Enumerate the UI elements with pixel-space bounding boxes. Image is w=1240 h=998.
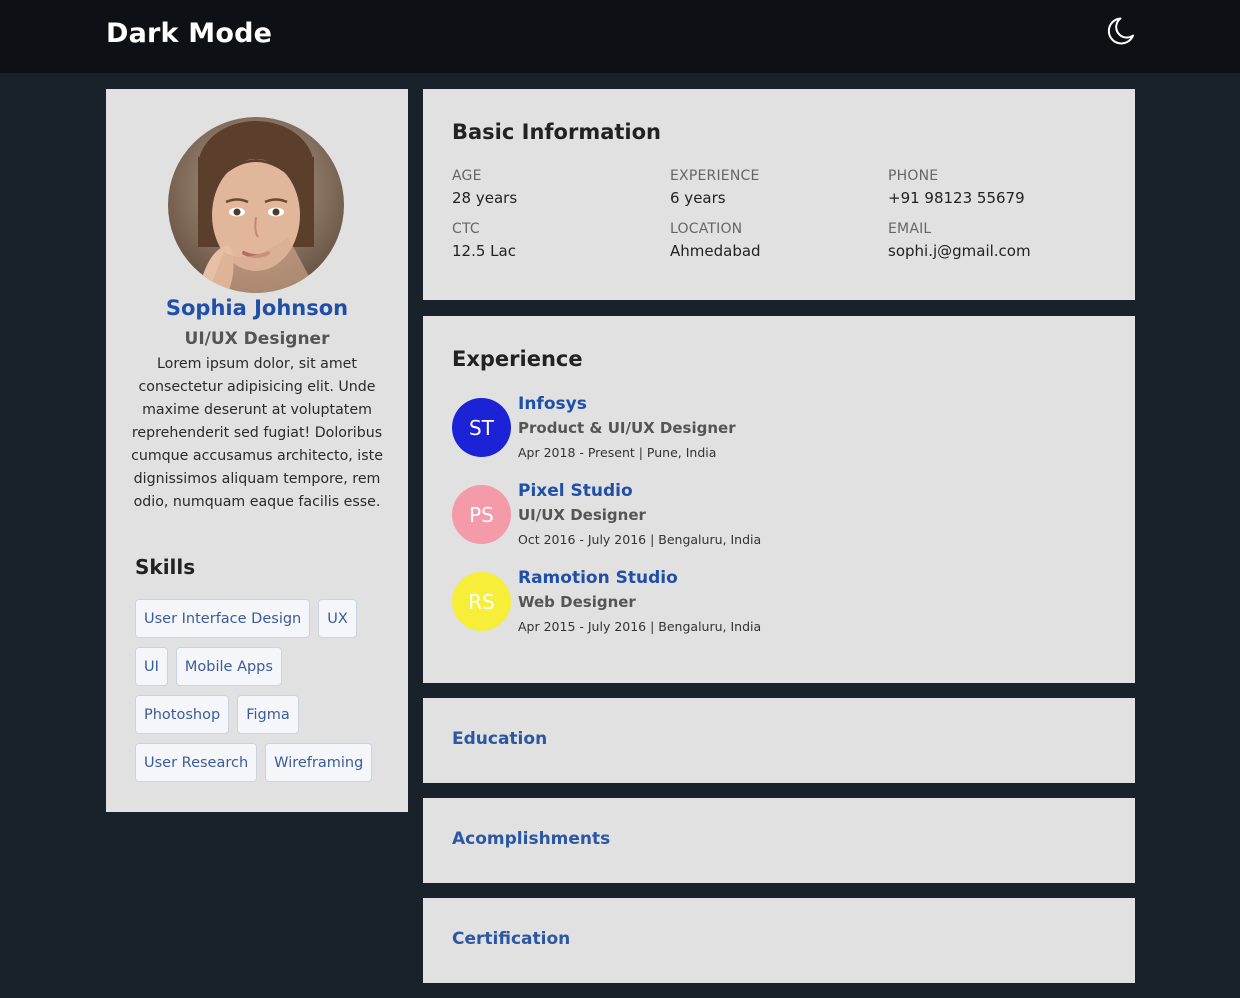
info-email: EMAIL sophi.j@gmail.com (888, 221, 1031, 260)
skill-tag[interactable]: User Research (135, 743, 258, 782)
company-badge: PS (452, 485, 511, 544)
company-badge: ST (452, 398, 511, 457)
skill-tag[interactable]: Figma (237, 695, 299, 734)
info-value: Ahmedabad (670, 242, 761, 260)
certification-section[interactable]: Certification (423, 898, 1135, 983)
experience-title: Experience (452, 347, 583, 371)
job-item: PS Pixel Studio UI/UX Designer Oct 2016 … (452, 481, 1112, 555)
avatar (168, 117, 344, 293)
top-bar: Dark Mode (0, 0, 1240, 73)
job-meta: Apr 2018 - Present | Pune, India (518, 445, 717, 460)
info-label: PHONE (888, 168, 939, 184)
info-label: LOCATION (670, 221, 743, 237)
info-label: EMAIL (888, 221, 932, 237)
info-label: AGE (452, 168, 482, 184)
info-value: +91 98123 55679 (888, 189, 1025, 207)
job-meta: Oct 2016 - July 2016 | Bengaluru, India (518, 532, 762, 547)
job-role: Web Designer (518, 593, 636, 611)
info-value: sophi.j@gmail.com (888, 242, 1031, 260)
experience-card: Experience ST Infosys Product & UI/UX De… (423, 316, 1135, 683)
profile-card: Sophia Johnson UI/UX Designer Lorem ipsu… (106, 89, 408, 812)
job-role: UI/UX Designer (518, 506, 646, 524)
company-link[interactable]: Pixel Studio (518, 481, 633, 501)
company-link[interactable]: Infosys (518, 394, 587, 414)
job-role: Product & UI/UX Designer (518, 419, 736, 437)
info-label: EXPERIENCE (670, 168, 760, 184)
basic-info-card: Basic Information AGE 28 years EXPERIENC… (423, 89, 1135, 300)
info-value: 28 years (452, 189, 518, 207)
accomplishments-section[interactable]: Acomplishments (423, 798, 1135, 883)
profile-bio: Lorem ipsum dolor, sit amet consectetur … (131, 356, 383, 510)
job-meta: Apr 2015 - July 2016 | Bengaluru, India (518, 619, 762, 634)
info-location: LOCATION Ahmedabad (670, 221, 761, 260)
job-item: ST Infosys Product & UI/UX Designer Apr … (452, 394, 1112, 468)
skills-heading: Skills (135, 555, 196, 579)
skill-tag[interactable]: UI (135, 647, 168, 686)
info-value: 12.5 Lac (452, 242, 516, 260)
info-experience: EXPERIENCE 6 years (670, 168, 760, 207)
skills-list: User Interface Design UX UI Mobile Apps … (135, 599, 395, 791)
education-title[interactable]: Education (452, 729, 547, 749)
info-age: AGE 28 years (452, 168, 517, 207)
skill-tag[interactable]: UX (318, 599, 357, 638)
info-phone: PHONE +91 98123 55679 (888, 168, 1025, 207)
company-link[interactable]: Ramotion Studio (518, 568, 678, 588)
basic-info-title: Basic Information (452, 120, 661, 144)
profile-name: Sophia Johnson (165, 296, 349, 320)
skill-tag[interactable]: Mobile Apps (175, 647, 282, 686)
certification-title[interactable]: Certification (452, 929, 570, 949)
info-label: CTC (452, 221, 480, 237)
skill-tag[interactable]: Photoshop (135, 695, 230, 734)
profile-title: UI/UX Designer (184, 329, 330, 349)
info-value: 6 years (670, 189, 726, 207)
education-section[interactable]: Education (423, 698, 1135, 783)
job-item: RS Ramotion Studio Web Designer Apr 2015… (452, 568, 1112, 642)
accomplishments-title[interactable]: Acomplishments (452, 829, 610, 849)
brand-title: Dark Mode (106, 18, 273, 49)
skill-tag[interactable]: Wireframing (265, 743, 373, 782)
moon-icon[interactable] (1103, 14, 1137, 48)
company-badge: RS (452, 572, 511, 631)
info-ctc: CTC 12.5 Lac (452, 221, 516, 260)
skill-tag[interactable]: User Interface Design (135, 599, 311, 638)
